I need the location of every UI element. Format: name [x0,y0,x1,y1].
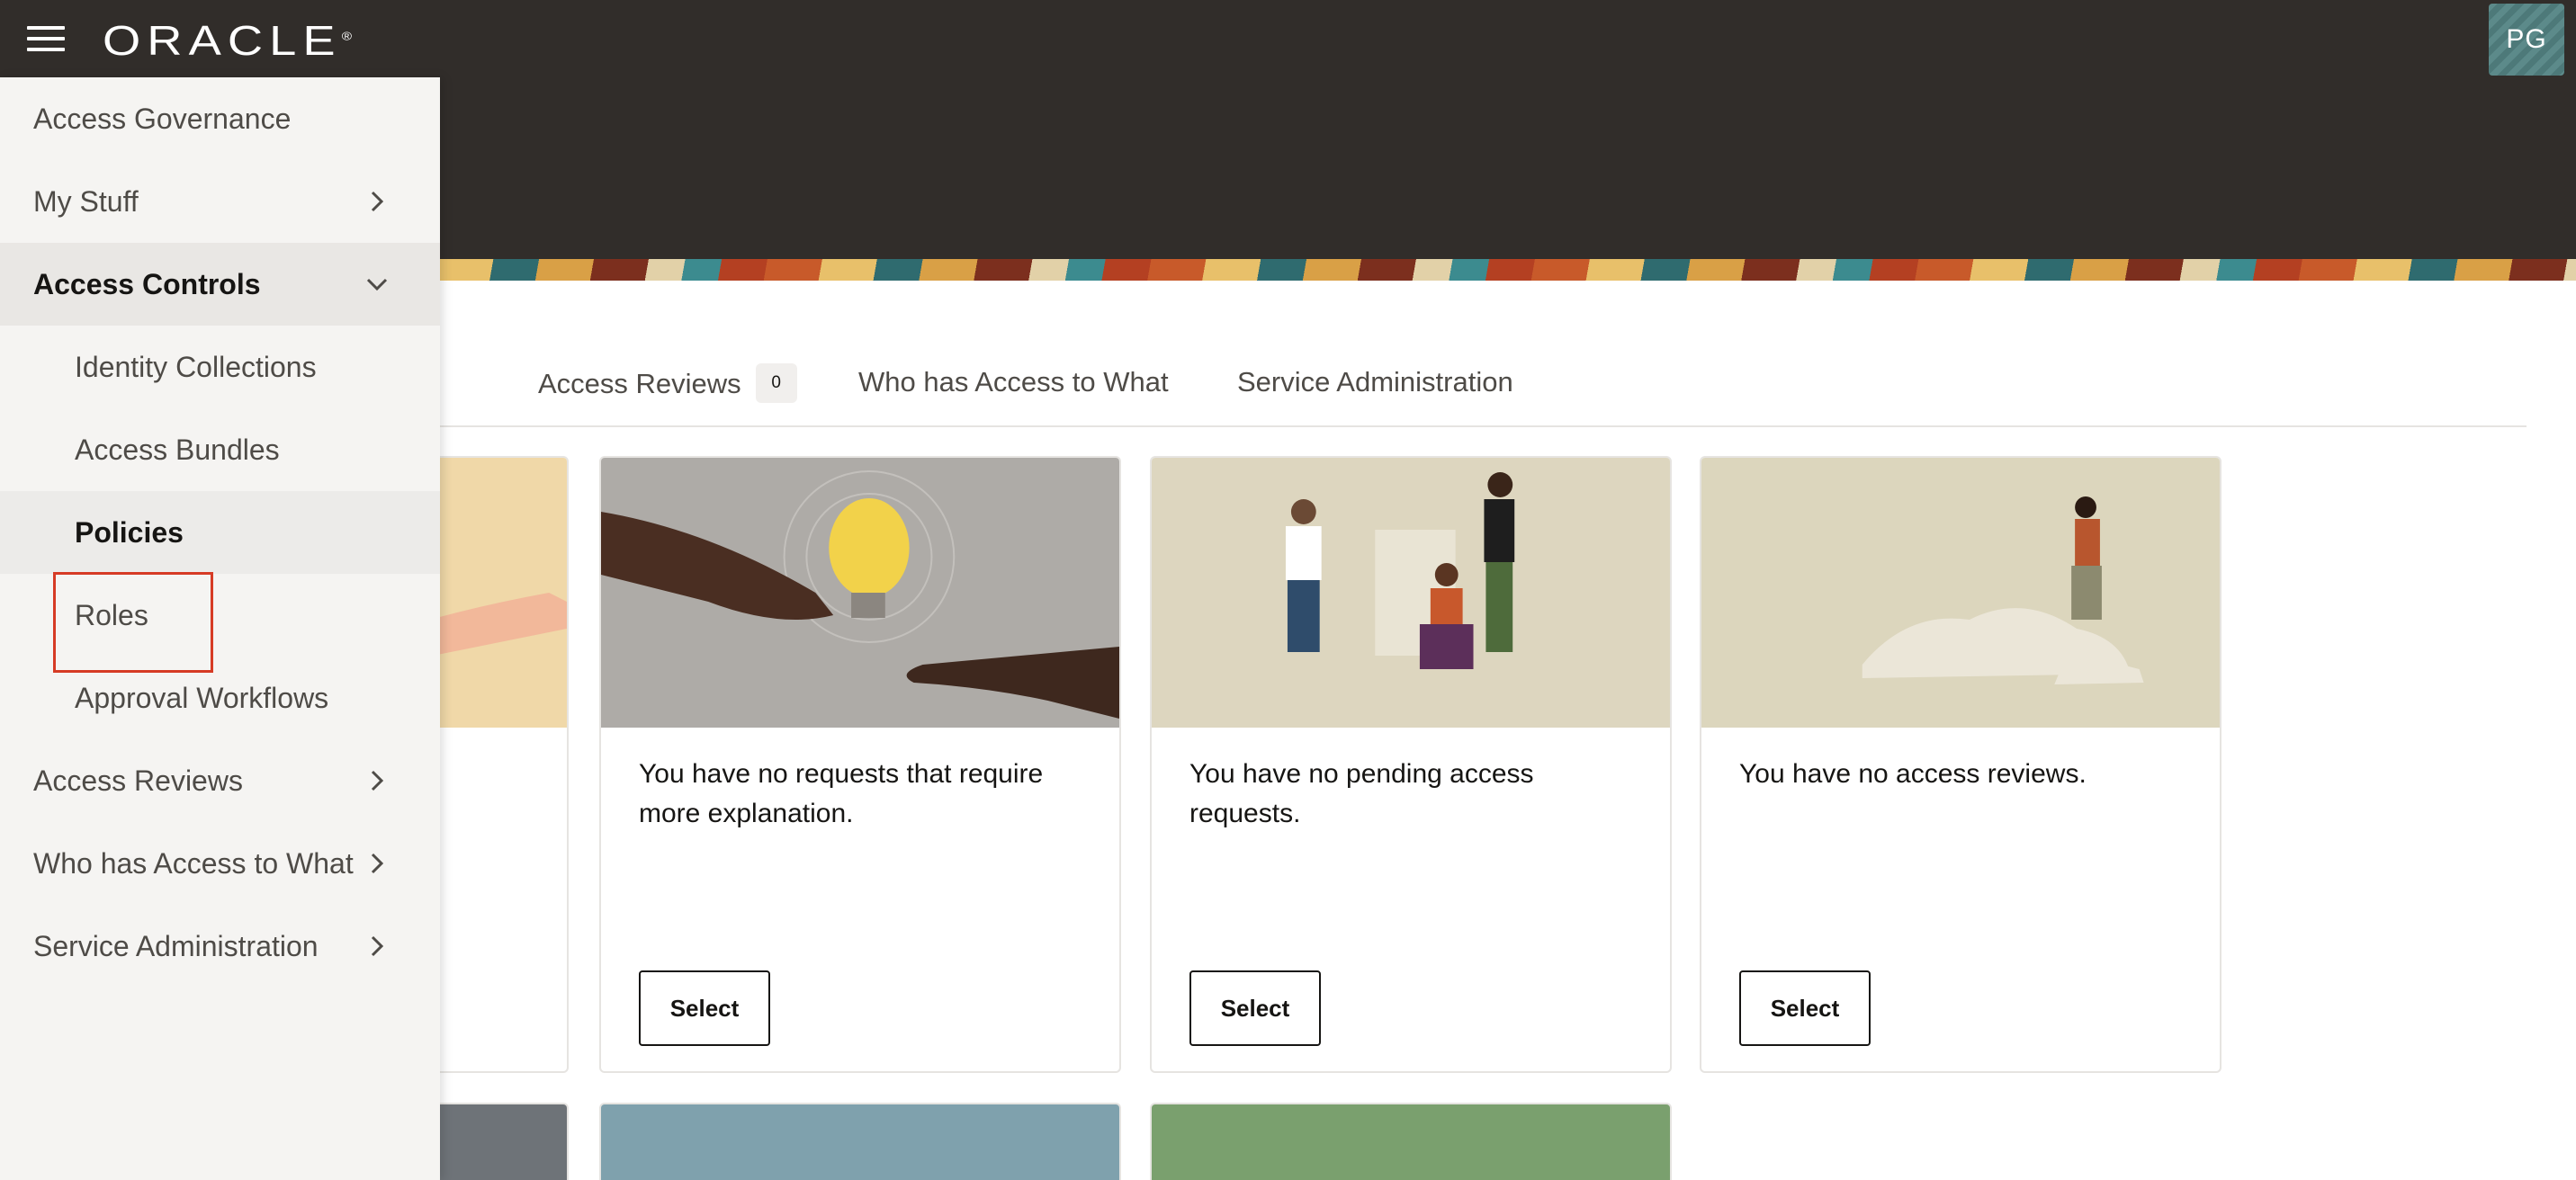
card-text: You have no requests that require more e… [639,759,1044,828]
tab-access-reviews[interactable]: Access Reviews 0 [538,363,797,406]
card-text: l [428,755,567,794]
chevron-right-icon [371,770,384,791]
sidebar-item-label: My Stuff [33,184,139,218]
sidebar-item-label: Access Reviews [33,764,243,797]
card-text: You have no pending access requests. [1189,759,1534,828]
person-climbing-illustration [1701,458,2220,728]
sidebar-item-label: Access Governance [33,102,292,135]
user-initials: PG [2506,24,2547,54]
top-header: ORACLE® PG [0,0,2576,77]
sidebar-item-service-administration[interactable]: Service Administration [0,905,440,988]
chevron-down-icon [366,278,388,291]
count-badge: 0 [755,363,797,403]
sidebar-item-access-reviews[interactable]: Access Reviews [0,739,440,822]
sidebar-item-access-governance[interactable]: Access Governance [0,77,440,160]
oracle-logo[interactable]: ORACLE® [103,16,352,65]
tab-label: Who has Access to What [858,366,1169,398]
navigation-drawer: Access Governance My Stuff Access Contro… [0,77,440,1180]
sidebar-item-label: Service Administration [33,929,319,962]
select-button[interactable]: Select [1739,970,1871,1046]
lightbulb-handoff-illustration [601,458,1119,728]
sidebar-item-access-bundles[interactable]: Access Bundles [0,408,440,491]
hamburger-menu-icon[interactable] [27,24,65,53]
user-avatar[interactable]: PG [2489,4,2564,76]
sidebar-item-policies[interactable]: Policies [0,491,440,574]
policies-highlight-outline [53,572,213,673]
sidebar-item-identity-collections[interactable]: Identity Collections [0,326,440,408]
tab-label: Service Administration [1237,366,1513,398]
sidebar-item-access-controls[interactable]: Access Controls [0,243,440,326]
tab-service-administration[interactable]: Service Administration [1237,366,1513,398]
select-button[interactable]: Select [1189,970,1321,1046]
tab-who-has-access[interactable]: Who has Access to What [858,366,1169,398]
sidebar-item-label: Policies [75,515,184,549]
sidebar-item-label: Access Controls [33,267,261,300]
select-button[interactable]: Select [639,970,770,1046]
card-explanation-requests: You have no requests that require more e… [599,456,1121,1073]
chevron-right-icon [371,191,384,212]
registered-mark: ® [341,29,353,43]
tab-label: Access Reviews [538,368,741,400]
card-access-reviews: You have no access reviews. Select [1700,456,2221,1073]
people-teamwork-illustration [1152,458,1670,728]
sidebar-item-my-stuff[interactable]: My Stuff [0,160,440,243]
sidebar-item-label: Approval Workflows [75,681,329,714]
sidebar-item-label: Who has Access to What [33,846,354,880]
logo-text: ORACLE [103,17,342,64]
chevron-right-icon [371,935,384,957]
card-pending-requests: You have no pending access requests. Sel… [1150,456,1672,1073]
card-text: You have no access reviews. [1739,759,2087,789]
card-row2-2 [599,1103,1121,1180]
card-row2-3 [1150,1103,1672,1180]
sidebar-item-who-has-access[interactable]: Who has Access to What [0,822,440,905]
sidebar-item-label: Identity Collections [75,350,317,383]
sidebar-item-label: Access Bundles [75,433,280,466]
chevron-right-icon [371,853,384,874]
